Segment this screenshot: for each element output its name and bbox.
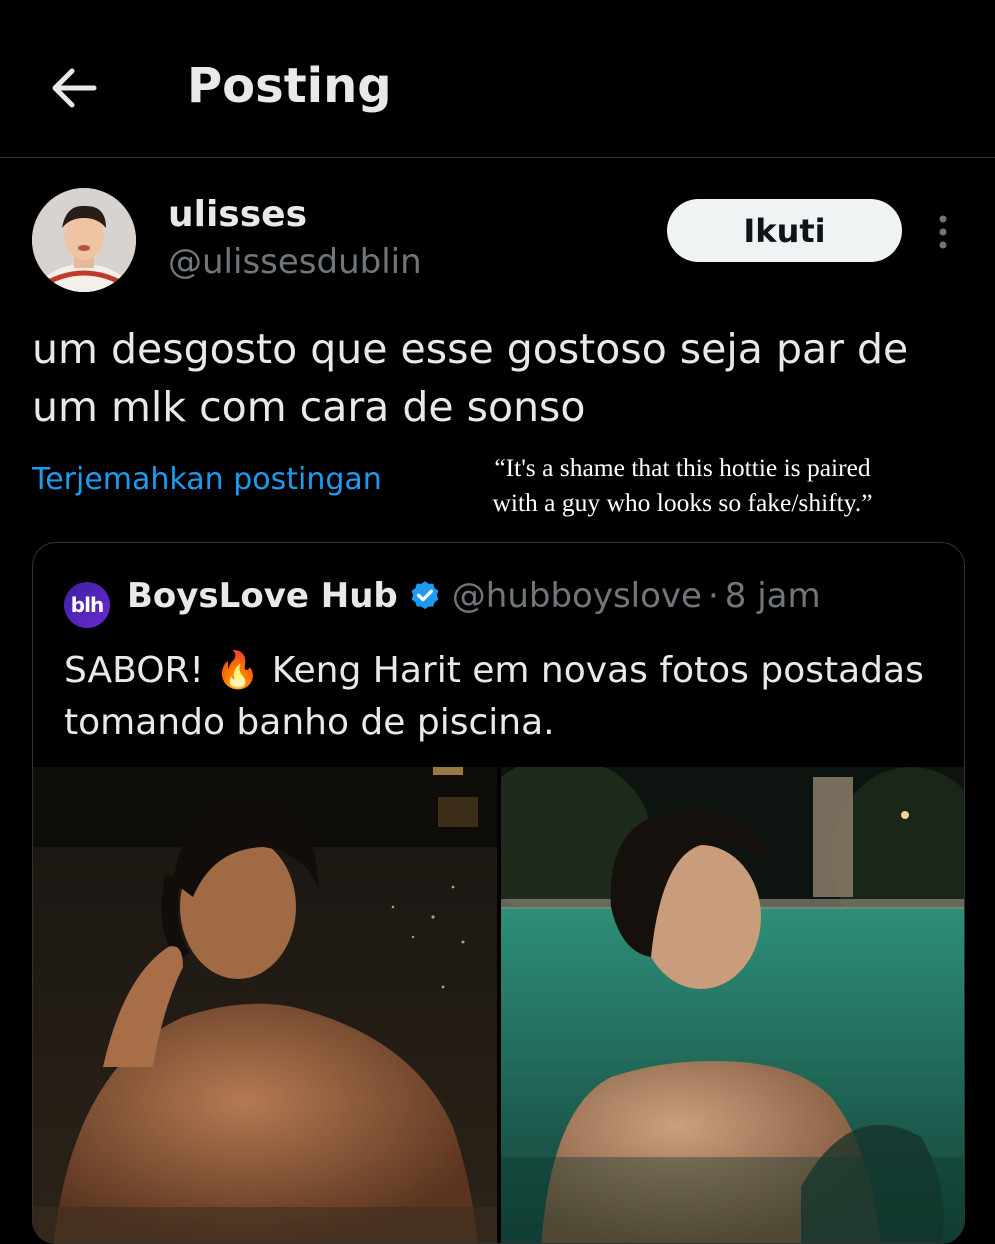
quoted-post-text: SABOR! 🔥 Keng Harit em novas fotos posta… bbox=[64, 650, 924, 743]
page-title: Posting bbox=[187, 58, 392, 114]
quoted-author-handle[interactable]: @hubboyslove bbox=[452, 576, 702, 616]
author-handle[interactable]: @ulissesdublin bbox=[168, 242, 422, 282]
media-photo-right[interactable] bbox=[501, 767, 964, 1243]
quoted-media-grid bbox=[33, 767, 964, 1243]
translation-caption-overlay: “It's a shame that this hottie is paired… bbox=[492, 453, 873, 517]
author-display-name[interactable]: ulisses bbox=[168, 194, 307, 235]
separator-dot: · bbox=[707, 576, 719, 616]
quoted-author-name[interactable]: BoysLove Hub bbox=[127, 576, 398, 616]
arrow-left-icon bbox=[52, 68, 97, 108]
more-options-button[interactable] bbox=[928, 210, 958, 254]
translate-post-link[interactable]: Terjemahkan postingan bbox=[32, 462, 382, 497]
top-bar: Posting bbox=[0, 0, 995, 158]
verified-badge-icon bbox=[411, 581, 439, 610]
more-vertical-icon bbox=[939, 215, 947, 249]
follow-button[interactable]: Ikuti bbox=[667, 199, 902, 262]
quoted-author-avatar[interactable]: blh bbox=[64, 582, 110, 628]
quoted-post-card[interactable]: blh BoysLove Hub @hubboyslove · 8 jam SA… bbox=[32, 542, 965, 1244]
post-text: um desgosto que esse gostoso seja par de… bbox=[32, 325, 909, 431]
back-button[interactable] bbox=[44, 58, 104, 118]
media-photo-left[interactable] bbox=[33, 767, 497, 1243]
quoted-post-header: BoysLove Hub @hubboyslove · 8 jam bbox=[127, 576, 821, 616]
quoted-post-time[interactable]: 8 jam bbox=[725, 576, 821, 616]
author-avatar[interactable] bbox=[32, 188, 136, 292]
